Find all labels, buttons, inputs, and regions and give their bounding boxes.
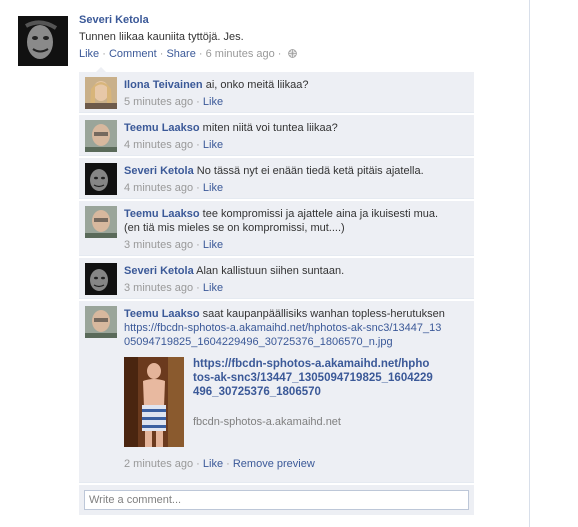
comment-text-line: Ilona Teivainen ai, onko meitä liikaa? bbox=[124, 78, 469, 92]
comment-author[interactable]: Teemu Laakso bbox=[124, 208, 200, 220]
comment-meta: 4 minutes ago · Like bbox=[124, 182, 224, 194]
remove-preview-link[interactable]: Remove preview bbox=[233, 458, 315, 470]
comment-text: Alan kallistuun siihen suntaan. bbox=[196, 265, 345, 277]
like-link[interactable]: Like bbox=[79, 48, 99, 60]
comment-item: Ilona Teivainen ai, onko meitä liikaa? 5… bbox=[79, 72, 474, 113]
comment-meta: 4 minutes ago · Like bbox=[124, 139, 224, 151]
comment-like-link[interactable]: Like bbox=[203, 458, 223, 470]
commenter-avatar[interactable] bbox=[85, 120, 117, 152]
commenter-avatar[interactable] bbox=[85, 163, 117, 195]
comment-like-link[interactable]: Like bbox=[203, 182, 223, 194]
comment-timestamp[interactable]: 3 minutes ago bbox=[124, 239, 193, 251]
commenter-avatar[interactable] bbox=[85, 263, 117, 295]
preview-domain: fbcdn-sphotos-a.akamaihd.net bbox=[193, 416, 341, 428]
comment-author[interactable]: Severi Ketola bbox=[124, 265, 194, 277]
comment-timestamp[interactable]: 4 minutes ago bbox=[124, 139, 193, 151]
commenter-avatar[interactable] bbox=[85, 306, 117, 338]
comment-link-url[interactable]: https://fbcdn-sphotos-a.akamaihd.net/hph… bbox=[124, 321, 444, 349]
post-author-name[interactable]: Severi Ketola bbox=[79, 14, 529, 26]
preview-title[interactable]: https://fbcdn-sphotos-a.akamaihd.net/hph… bbox=[193, 357, 433, 399]
comment-meta: 3 minutes ago · Like bbox=[124, 239, 224, 251]
separator-dot: · bbox=[277, 48, 282, 60]
comment-text: saat kaupanpäällisiks wanhan topless-her… bbox=[202, 308, 445, 320]
commenter-avatar[interactable] bbox=[85, 206, 117, 238]
comment-like-link[interactable]: Like bbox=[203, 282, 223, 294]
comment-meta: 5 minutes ago · Like bbox=[124, 96, 224, 108]
comment-text-line: Severi Ketola No tässä nyt ei enään tied… bbox=[124, 164, 469, 178]
commenter-avatar[interactable] bbox=[85, 77, 117, 109]
comment-item: Severi Ketola No tässä nyt ei enään tied… bbox=[79, 158, 474, 199]
globe-icon[interactable] bbox=[287, 49, 297, 58]
comment-meta: 3 minutes ago · Like bbox=[124, 282, 224, 294]
comment-author[interactable]: Teemu Laakso bbox=[124, 122, 200, 134]
comment-like-link[interactable]: Like bbox=[203, 139, 223, 151]
comment-item: Teemu Laakso miten niitä voi tuntea liik… bbox=[79, 115, 474, 156]
comment-text-line: Teemu Laakso miten niitä voi tuntea liik… bbox=[124, 121, 469, 135]
column-divider bbox=[529, 0, 530, 527]
comment-timestamp[interactable]: 2 minutes ago bbox=[124, 458, 193, 470]
comment-text: tee kompromissi ja ajattele aina ja ikui… bbox=[202, 208, 439, 220]
comment-text-line-2: (en tiä mis mieles se on kompromissi, mu… bbox=[124, 222, 345, 234]
post-text: Tunnen liikaa kauniita tyttöjä. Jes. bbox=[79, 31, 244, 43]
comment-link[interactable]: Comment bbox=[109, 48, 157, 60]
comment-timestamp[interactable]: 3 minutes ago bbox=[124, 282, 193, 294]
comment-like-link[interactable]: Like bbox=[203, 96, 223, 108]
comment-timestamp[interactable]: 4 minutes ago bbox=[124, 182, 193, 194]
comment-author[interactable]: Teemu Laakso bbox=[124, 308, 200, 320]
link-preview[interactable]: https://fbcdn-sphotos-a.akamaihd.net/hph… bbox=[124, 357, 469, 447]
comment-item: Severi Ketola Alan kallistuun siihen sun… bbox=[79, 258, 474, 299]
comment-timestamp[interactable]: 5 minutes ago bbox=[124, 96, 193, 108]
separator-dot: · bbox=[102, 48, 106, 60]
post-author-avatar[interactable] bbox=[18, 16, 68, 66]
post-meta: Like · Comment · Share · 6 minutes ago · bbox=[79, 48, 529, 60]
comments-list: Ilona Teivainen ai, onko meitä liikaa? 5… bbox=[79, 72, 474, 515]
comment-text-line: Teemu Laakso saat kaupanpäällisiks wanha… bbox=[124, 307, 469, 321]
comment-text: No tässä nyt ei enään tiedä ketä pitäis … bbox=[196, 165, 424, 177]
separator-dot: · bbox=[198, 48, 203, 60]
share-link[interactable]: Share bbox=[166, 48, 195, 60]
comment-text: ai, onko meitä liikaa? bbox=[205, 79, 309, 91]
comment-text-line: Teemu Laakso tee kompromissi ja ajattele… bbox=[124, 207, 469, 221]
write-comment-area bbox=[79, 485, 474, 515]
comment-like-link[interactable]: Like bbox=[203, 239, 223, 251]
write-comment-input[interactable] bbox=[84, 490, 469, 510]
comment-text: miten niitä voi tuntea liikaa? bbox=[202, 122, 338, 134]
comment-author[interactable]: Ilona Teivainen bbox=[124, 79, 203, 91]
comment-item: Teemu Laakso saat kaupanpäällisiks wanha… bbox=[79, 301, 474, 483]
post-timestamp[interactable]: 6 minutes ago bbox=[206, 48, 275, 60]
comment-item: Teemu Laakso tee kompromissi ja ajattele… bbox=[79, 201, 474, 256]
separator-dot: · bbox=[159, 48, 164, 60]
comment-author[interactable]: Severi Ketola bbox=[124, 165, 194, 177]
preview-thumbnail[interactable] bbox=[124, 357, 184, 447]
comment-meta: 2 minutes ago · Like · Remove preview bbox=[124, 458, 315, 470]
comment-text-line: Severi Ketola Alan kallistuun siihen sun… bbox=[124, 264, 469, 278]
